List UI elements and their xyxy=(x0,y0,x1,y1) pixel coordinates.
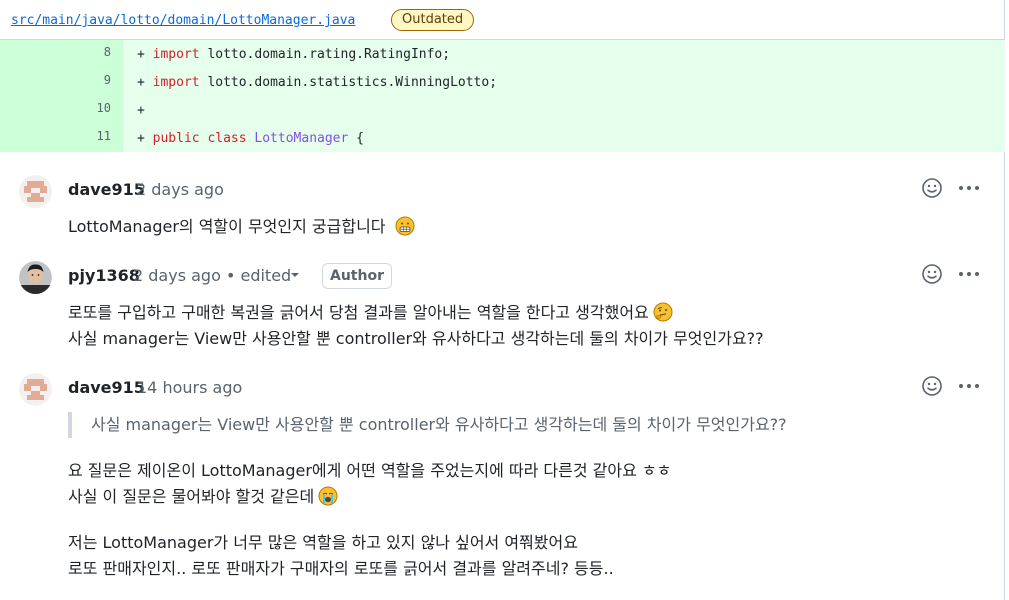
diff-line: 10 + xyxy=(0,96,1005,124)
grimacing-emoji xyxy=(395,216,415,236)
diff-line: 8 + import lotto.domain.rating.RatingInf… xyxy=(0,40,1005,68)
code-line: + xyxy=(123,96,1005,124)
code-text: lotto.domain.statistics.WinningLotto; xyxy=(199,75,498,90)
kebab-horizontal-icon[interactable] xyxy=(957,374,981,398)
comment-body: 로또를 구입하고 구매한 복권을 긁어서 당첨 결과를 알아내는 역할을 한다고… xyxy=(68,300,764,352)
comment-timestamp[interactable]: 2 days ago xyxy=(136,180,224,199)
comment-timestamp[interactable]: 2 days ago • edited xyxy=(133,266,291,285)
quoted-reply: 사실 manager는 View만 사용안할 뿐 controller와 유사하… xyxy=(68,412,948,438)
comment-text: LottoManager의 역할이 무엇인지 궁급합니다 xyxy=(68,217,386,236)
smiley-icon[interactable] xyxy=(920,374,944,398)
keyword: import xyxy=(152,75,200,90)
diff-line: 11 + public class LottoManager { xyxy=(0,124,1005,152)
code-text: lotto.domain.rating.RatingInfo; xyxy=(199,47,451,62)
comment-text: 사실 manager는 View만 사용안할 뿐 controller와 유사하… xyxy=(68,329,764,348)
added-marker: + xyxy=(137,131,145,146)
file-header: src/main/java/lotto/domain/LottoManager.… xyxy=(0,0,1005,40)
code-line: + import lotto.domain.statistics.Winning… xyxy=(123,68,1005,96)
comment-body: 요 질문은 제이온이 LottoManager에게 어떤 역할을 주었는지에 따… xyxy=(68,458,671,510)
comment-author[interactable]: pjy1368 xyxy=(68,266,140,285)
code-line: + public class LottoManager { xyxy=(123,124,1005,152)
avatar[interactable] xyxy=(19,373,52,406)
diff-line: 9 + import lotto.domain.statistics.Winni… xyxy=(0,68,1005,96)
comment-text: 사실 이 질문은 물어봐야 할것 같은데 xyxy=(68,487,315,506)
comment-author[interactable]: dave915 xyxy=(68,378,145,397)
smiley-icon[interactable] xyxy=(920,262,944,286)
code-text: { xyxy=(348,131,364,146)
added-marker: + xyxy=(137,47,145,62)
comment-text: 로또를 구입하고 구매한 복권을 긁어서 당첨 결과를 알아내는 역할을 한다고… xyxy=(68,303,649,322)
comment-body: 저는 LottoManager가 너무 많은 역할을 하고 있지 않나 싶어서 … xyxy=(68,530,614,582)
code-line: + import lotto.domain.rating.RatingInfo; xyxy=(123,40,1005,68)
outdated-label: Outdated xyxy=(391,9,475,31)
author-badge: Author xyxy=(322,263,392,289)
triangle-down-icon[interactable] xyxy=(288,266,302,282)
line-number[interactable]: 10 xyxy=(0,96,123,124)
keyword: import xyxy=(152,47,200,62)
avatar[interactable] xyxy=(19,175,52,208)
comment-text: 저는 LottoManager가 너무 많은 역할을 하고 있지 않나 싶어서 … xyxy=(68,533,578,552)
review-comment: pjy1368 2 days ago • edited Author 로또를 구… xyxy=(0,244,1005,364)
file-path-link[interactable]: src/main/java/lotto/domain/LottoManager.… xyxy=(11,13,355,28)
line-number[interactable]: 9 xyxy=(0,68,123,96)
review-thread: src/main/java/lotto/domain/LottoManager.… xyxy=(0,0,1005,600)
thinking-emoji xyxy=(653,302,673,322)
line-number[interactable]: 11 xyxy=(0,124,123,152)
smiley-icon[interactable] xyxy=(920,176,944,200)
avatar[interactable] xyxy=(19,261,52,294)
class-name: LottoManager xyxy=(254,131,349,146)
line-number[interactable]: 8 xyxy=(0,40,123,68)
kebab-horizontal-icon[interactable] xyxy=(957,262,981,286)
comment-author[interactable]: dave915 xyxy=(68,180,145,199)
diff-hunk: 8 + import lotto.domain.rating.RatingInf… xyxy=(0,40,1005,152)
comment-text: 로또 판매자인지.. 로또 판매자가 구매자의 로또를 긁어서 결과를 알려주네… xyxy=(68,559,614,578)
comment-timestamp[interactable]: 14 hours ago xyxy=(137,378,242,397)
review-comment: dave915 2 days ago LottoManager의 역할이 무엇인… xyxy=(0,152,1005,244)
kebab-horizontal-icon[interactable] xyxy=(957,176,981,200)
comment-body: LottoManager의 역할이 무엇인지 궁급합니다 xyxy=(68,214,415,240)
comment-text: 요 질문은 제이온이 LottoManager에게 어떤 역할을 주었는지에 따… xyxy=(68,461,672,480)
crying-emoji xyxy=(318,486,338,506)
review-comment: dave915 14 hours ago 사실 manager는 View만 사… xyxy=(0,364,1005,600)
added-marker: + xyxy=(137,75,145,90)
added-marker: + xyxy=(137,103,145,118)
keyword: public class xyxy=(152,131,247,146)
